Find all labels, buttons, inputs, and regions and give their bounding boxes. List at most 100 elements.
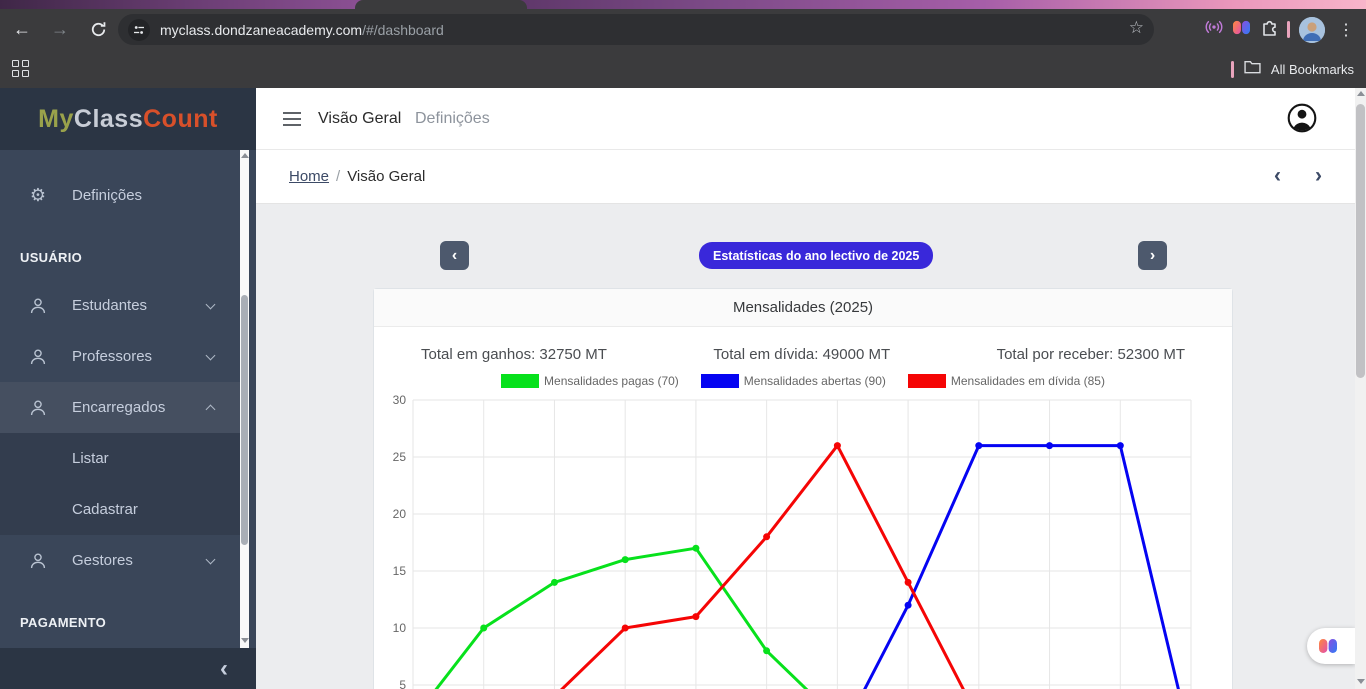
bookmarks-bar: All Bookmarks: [0, 50, 1366, 88]
total-divida: Total em dívida: 49000 MT: [713, 346, 891, 363]
line-chart[interactable]: 30 25 20 15 10 5: [374, 394, 1232, 689]
svg-text:25: 25: [393, 450, 407, 464]
svg-text:30: 30: [393, 394, 407, 407]
apps-grid-icon[interactable]: [12, 60, 29, 77]
legend-swatch-red: [907, 374, 946, 388]
sidebar-subitem-listar[interactable]: Listar: [0, 433, 240, 484]
sidebar-item-label: Definições: [72, 187, 143, 204]
chevron-down-icon: [205, 299, 216, 309]
sidebar-item-definicoes[interactable]: ⚙ Definições: [0, 170, 240, 221]
sidebar-item-professores[interactable]: Professores: [0, 331, 240, 382]
sidebar-item-gestores[interactable]: Gestores: [0, 535, 240, 586]
extensions-puzzle-icon[interactable]: [1260, 18, 1278, 41]
legend-item-divida[interactable]: Mensalidades em dívida (85): [907, 374, 1105, 388]
main-area: Visão Geral Definições Home / Visão Geral …: [256, 88, 1366, 689]
sidebar-item-encarregados[interactable]: Encarregados: [0, 382, 240, 433]
browser-profile-avatar[interactable]: [1299, 16, 1325, 43]
legend-label: Mensalidades abertas (90): [743, 374, 886, 388]
refresh-icon[interactable]: [82, 14, 114, 46]
legend-label: Mensalidades pagas (70): [544, 374, 679, 388]
scroll-up-arrow[interactable]: [240, 153, 249, 158]
breadcrumb-next-chevron[interactable]: ›: [1315, 164, 1322, 188]
person-icon: [28, 398, 48, 418]
app-header: Visão Geral Definições: [256, 88, 1366, 150]
url-text[interactable]: myclass.dondzaneacademy.com/#/dashboard: [160, 22, 444, 38]
year-stats-button[interactable]: Estatísticas do ano lectivo de 2025: [699, 242, 934, 269]
broadcast-extension-icon[interactable]: [1205, 18, 1223, 41]
breadcrumb-home-link[interactable]: Home: [289, 168, 329, 185]
toolbar-divider: [1287, 21, 1290, 38]
svg-text:5: 5: [399, 678, 406, 689]
chart-canvas[interactable]: 30 25 20 15 10 5: [374, 394, 1232, 689]
legend-swatch-green: [501, 374, 540, 388]
user-avatar-icon[interactable]: [1287, 103, 1317, 138]
back-icon[interactable]: ←: [6, 14, 38, 46]
legend-item-pagas[interactable]: Mensalidades pagas (70): [501, 374, 679, 388]
chevron-down-icon: [205, 350, 216, 360]
browser-menu-icon[interactable]: ⋮: [1334, 20, 1358, 40]
sidebar-item-label: Encarregados: [72, 399, 166, 416]
svg-text:10: 10: [393, 621, 407, 635]
legend-item-abertas[interactable]: Mensalidades abertas (90): [700, 374, 886, 388]
sidebar-subitem-label: Cadastrar: [72, 501, 138, 518]
tab-visao-geral[interactable]: Visão Geral: [318, 110, 401, 128]
svg-text:15: 15: [393, 564, 407, 578]
sidebar: MyClassCount ⚙ Definições USUÁRIO Estuda…: [0, 88, 256, 689]
svg-text:20: 20: [393, 507, 407, 521]
forward-icon[interactable]: →: [44, 14, 76, 46]
sidebar-item-label: Estudantes: [72, 297, 148, 314]
bookmarks-divider: [1230, 60, 1234, 78]
brain-extension-icon[interactable]: [1232, 19, 1251, 41]
sidebar-footer: ‹: [0, 648, 256, 689]
totals-row: Total em ganhos: 32750 MT Total em dívid…: [374, 327, 1232, 363]
active-tab[interactable]: [355, 0, 527, 9]
next-year-button[interactable]: ›: [1138, 241, 1167, 270]
screen: ← → myclass.dondzaneacademy.com/#/dashbo…: [0, 0, 1366, 689]
sidebar-scrollbar[interactable]: [240, 150, 249, 648]
tab-definicoes[interactable]: Definições: [415, 110, 490, 128]
page-scrollbar-thumb[interactable]: [1356, 104, 1365, 378]
bookmark-star-icon[interactable]: ☆: [1129, 18, 1144, 38]
person-icon: [28, 347, 48, 367]
person-icon: [28, 296, 48, 316]
sidebar-section-usuario: USUÁRIO: [20, 250, 83, 265]
sidebar-item-label: Gestores: [72, 552, 133, 569]
chevron-up-icon: [205, 404, 216, 415]
sidebar-scrollbar-thumb[interactable]: [241, 295, 248, 545]
sidebar-collapse-button[interactable]: ‹: [220, 656, 228, 681]
logo[interactable]: MyClassCount: [0, 88, 256, 150]
scroll-down-arrow[interactable]: [240, 638, 249, 643]
card-title: Mensalidades (2025): [374, 289, 1232, 327]
brain-assistant-button[interactable]: [1307, 628, 1355, 664]
page-scrollbar[interactable]: [1355, 88, 1366, 689]
browser-tab-strip: [0, 0, 1366, 9]
url-bar[interactable]: myclass.dondzaneacademy.com/#/dashboard …: [118, 14, 1154, 45]
sidebar-subitem-cadastrar[interactable]: Cadastrar: [0, 484, 240, 535]
breadcrumb-separator: /: [336, 168, 341, 185]
sidebar-section-pagamento: PAGAMENTO: [20, 615, 107, 630]
person-icon: [28, 551, 48, 571]
sidebar-subitem-label: Listar: [72, 450, 109, 467]
hamburger-menu-icon[interactable]: [283, 112, 301, 130]
legend-label: Mensalidades em dívida (85): [950, 374, 1105, 388]
legend-swatch-blue: [700, 374, 739, 388]
sidebar-item-label: Professores: [72, 348, 153, 365]
chevron-down-icon: [205, 554, 216, 564]
breadcrumb: Home / Visão Geral: [289, 168, 425, 185]
sidebar-item-estudantes[interactable]: Estudantes: [0, 280, 240, 331]
all-bookmarks-button[interactable]: All Bookmarks: [1271, 62, 1354, 77]
logo-text: MyClassCount: [38, 104, 218, 133]
breadcrumb-prev-chevron[interactable]: ‹: [1274, 164, 1281, 188]
total-ganhos: Total em ganhos: 32750 MT: [421, 346, 607, 363]
page-scroll-down-arrow[interactable]: [1356, 679, 1365, 684]
gear-icon: ⚙: [29, 185, 47, 205]
folder-icon: [1244, 59, 1261, 79]
breadcrumb-bar: Home / Visão Geral ‹ ›: [256, 150, 1366, 204]
page-scroll-up-arrow[interactable]: [1356, 91, 1365, 96]
toolbar-right-icons: ⋮: [1205, 9, 1358, 50]
chart-legend: Mensalidades pagas (70) Mensalidades abe…: [374, 374, 1232, 388]
prev-year-button[interactable]: ‹: [440, 241, 469, 270]
total-por-receber: Total por receber: 52300 MT: [996, 346, 1185, 363]
url-host: myclass.dondzaneacademy.com: [160, 21, 363, 38]
site-settings-icon[interactable]: [128, 18, 150, 41]
